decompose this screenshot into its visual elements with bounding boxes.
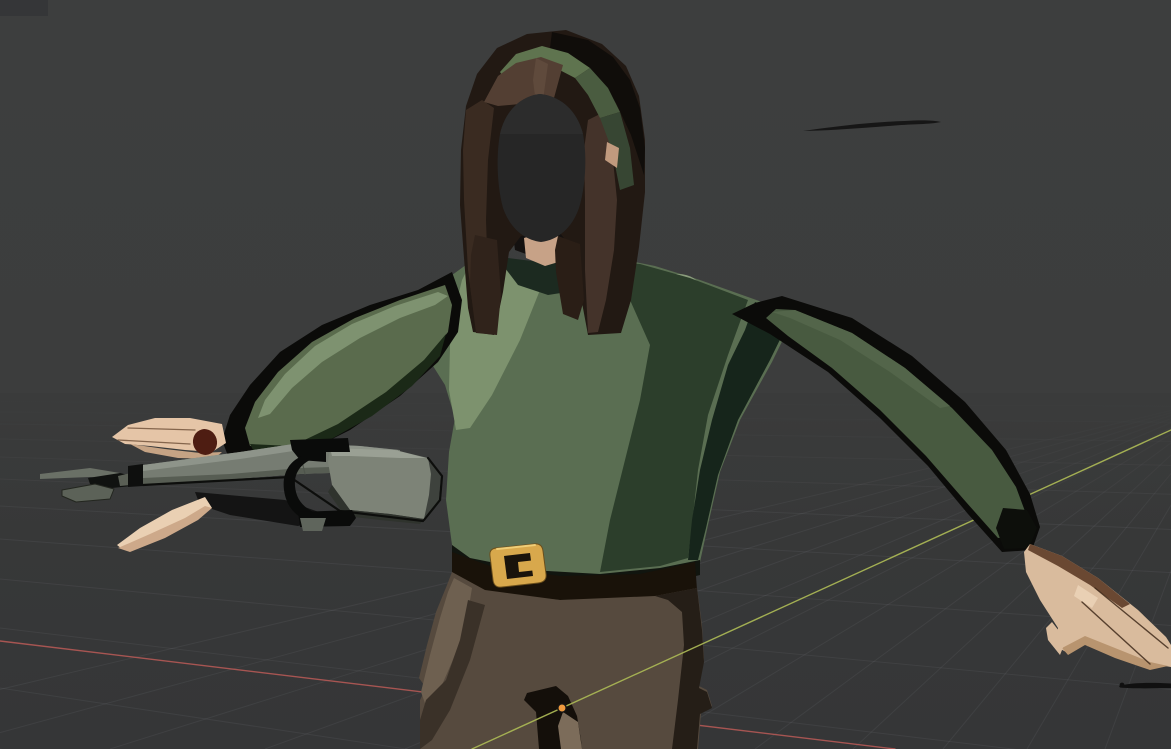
annotation-dot [1120,683,1125,688]
origin-dot [558,704,566,712]
blender-viewport[interactable] [0,0,1171,749]
char-strand-left[interactable] [470,235,501,335]
char-gun-strap-plate[interactable] [300,518,326,531]
char-buckle-tab[interactable] [518,560,537,572]
viewport-3d[interactable] [0,0,1171,749]
corner-patch [0,0,48,16]
char-gun-gap[interactable] [128,464,143,487]
